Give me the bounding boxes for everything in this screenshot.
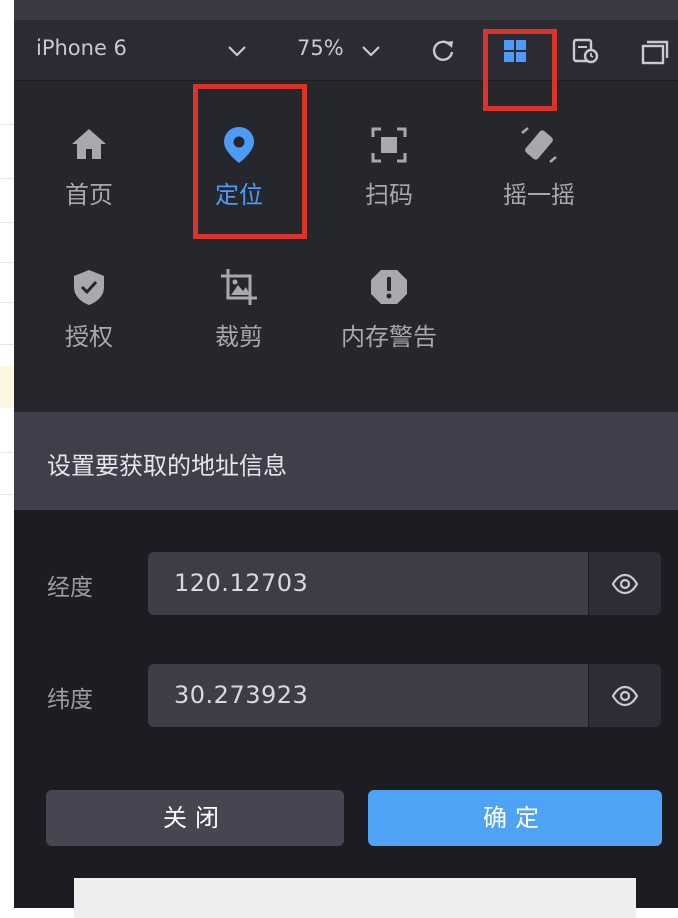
eye-icon: [611, 685, 639, 707]
api-item-home[interactable]: 首页: [14, 125, 164, 210]
simulator-toolbar: iPhone 6 75%: [14, 20, 678, 81]
api-item-memory-warning[interactable]: 内存警告: [314, 267, 464, 352]
annotation-box-grid: [483, 29, 557, 111]
api-panel: 首页 定位 扫码 摇一摇 授权 裁剪 内存警告: [14, 81, 678, 412]
refresh-icon[interactable]: [428, 36, 458, 66]
confirm-button[interactable]: 确定: [368, 790, 662, 846]
longitude-visibility-toggle[interactable]: [588, 552, 661, 615]
editor-background: [0, 0, 14, 908]
latitude-visibility-toggle[interactable]: [588, 664, 661, 727]
dialog-title: 设置要获取的地址信息: [47, 452, 287, 480]
eye-icon: [611, 573, 639, 595]
close-button[interactable]: 关闭: [46, 790, 344, 846]
zoom-selector[interactable]: 75%: [297, 36, 344, 60]
home-icon: [72, 129, 106, 159]
annotation-box-location: [193, 84, 307, 239]
warning-icon: [371, 270, 407, 304]
scan-icon: [371, 127, 407, 163]
latitude-field[interactable]: 30.273923: [148, 664, 588, 727]
shake-phone-icon: [521, 127, 557, 163]
location-dialog-body: 经度 120.12703 纬度 30.273923 关闭 确定: [14, 510, 678, 918]
shield-check-icon: [74, 270, 104, 305]
api-item-scan[interactable]: 扫码: [314, 125, 464, 210]
crop-image-icon: [221, 269, 257, 305]
chevron-down-icon[interactable]: [224, 38, 250, 64]
chevron-down-icon[interactable]: [358, 38, 384, 64]
phone-preview-edge: [74, 878, 636, 918]
api-item-crop[interactable]: 裁剪: [164, 267, 314, 352]
api-item-shake[interactable]: 摇一摇: [464, 125, 614, 210]
storage-clock-icon[interactable]: [570, 36, 600, 66]
window-top-strip: [14, 0, 678, 20]
longitude-label: 经度: [47, 575, 93, 601]
longitude-field[interactable]: 120.12703: [148, 552, 588, 615]
device-selector[interactable]: iPhone 6: [36, 36, 127, 60]
windows-icon[interactable]: [640, 36, 670, 66]
location-dialog-header: 设置要获取的地址信息: [14, 412, 678, 510]
latitude-label: 纬度: [47, 687, 93, 713]
api-item-authorize[interactable]: 授权: [14, 267, 164, 352]
